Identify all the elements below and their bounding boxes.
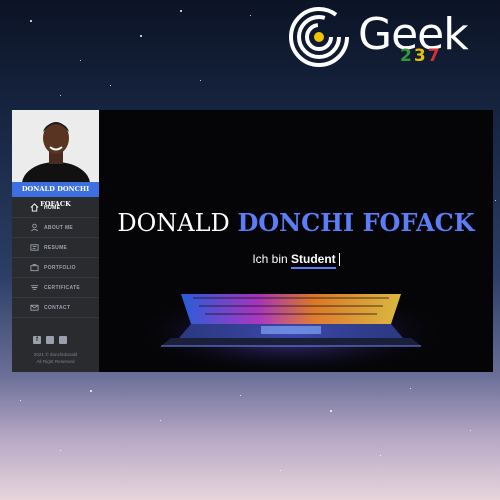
- sidebar-item-certificate[interactable]: CERTIFICATE: [12, 278, 99, 298]
- sidebar-nav: HOME ABOUT ME RESUME PORTFOLIO CERTIFICA…: [12, 198, 99, 318]
- sidebar-item-about-me[interactable]: ABOUT ME: [12, 218, 99, 238]
- facebook-icon[interactable]: f: [33, 336, 41, 344]
- briefcase-icon: [30, 264, 39, 272]
- hero-subtitle: Ich bin Student: [99, 252, 493, 269]
- sidebar-item-label: ABOUT ME: [44, 224, 74, 231]
- copyright-line-2: All Right Reserved: [36, 359, 75, 364]
- mail-icon: [30, 304, 39, 311]
- sidebar-item-label: RESUME: [44, 244, 68, 251]
- twitter-icon[interactable]: [46, 336, 54, 344]
- sidebar-item-resume[interactable]: RESUME: [12, 238, 99, 258]
- home-icon: [30, 203, 39, 212]
- hero-typed-word: Student: [291, 252, 336, 269]
- sidebar-item-contact[interactable]: CONTACT: [12, 298, 99, 318]
- certificate-icon: [30, 285, 39, 290]
- hero-section: DONALD DONCHI FOFACK Ich bin Student: [99, 110, 493, 372]
- social-links: f: [33, 336, 67, 344]
- hero-title-highlight: DONCHI FOFACK: [237, 208, 475, 237]
- copyright: 2021 © donchidonald All Right Reserved: [12, 351, 99, 365]
- geek237-logo-number: 237: [400, 46, 442, 66]
- document-icon: [30, 244, 39, 251]
- owner-name-bar: DONALD DONCHI FOFACK: [12, 182, 99, 208]
- sidebar: DONALD DONCHI FOFACK HOME ABOUT ME RESUM…: [12, 110, 99, 372]
- instagram-icon[interactable]: [59, 336, 67, 344]
- portfolio-website: DONALD DONCHI FOFACK HOME ABOUT ME RESUM…: [12, 110, 493, 372]
- sidebar-item-home[interactable]: HOME: [12, 198, 99, 218]
- copyright-line-1: 2021 © donchidonald: [33, 352, 78, 357]
- geek237-logo-mark-icon: [289, 7, 349, 67]
- avatar: [12, 110, 99, 182]
- typing-cursor: [338, 253, 340, 267]
- hero-title: DONALD DONCHI FOFACK: [99, 208, 493, 237]
- sidebar-item-portfolio[interactable]: PORTFOLIO: [12, 258, 99, 278]
- geek237-logo: Geek 237: [286, 4, 491, 70]
- laptop-image: [141, 287, 441, 372]
- sidebar-item-label: HOME: [44, 204, 61, 211]
- sidebar-item-label: PORTFOLIO: [44, 264, 76, 271]
- user-icon: [31, 223, 38, 232]
- sidebar-item-label: CERTIFICATE: [44, 284, 80, 291]
- hero-title-first: DONALD: [117, 209, 230, 237]
- hero-subtitle-prefix: Ich bin: [252, 252, 288, 266]
- sidebar-item-label: CONTACT: [44, 304, 71, 311]
